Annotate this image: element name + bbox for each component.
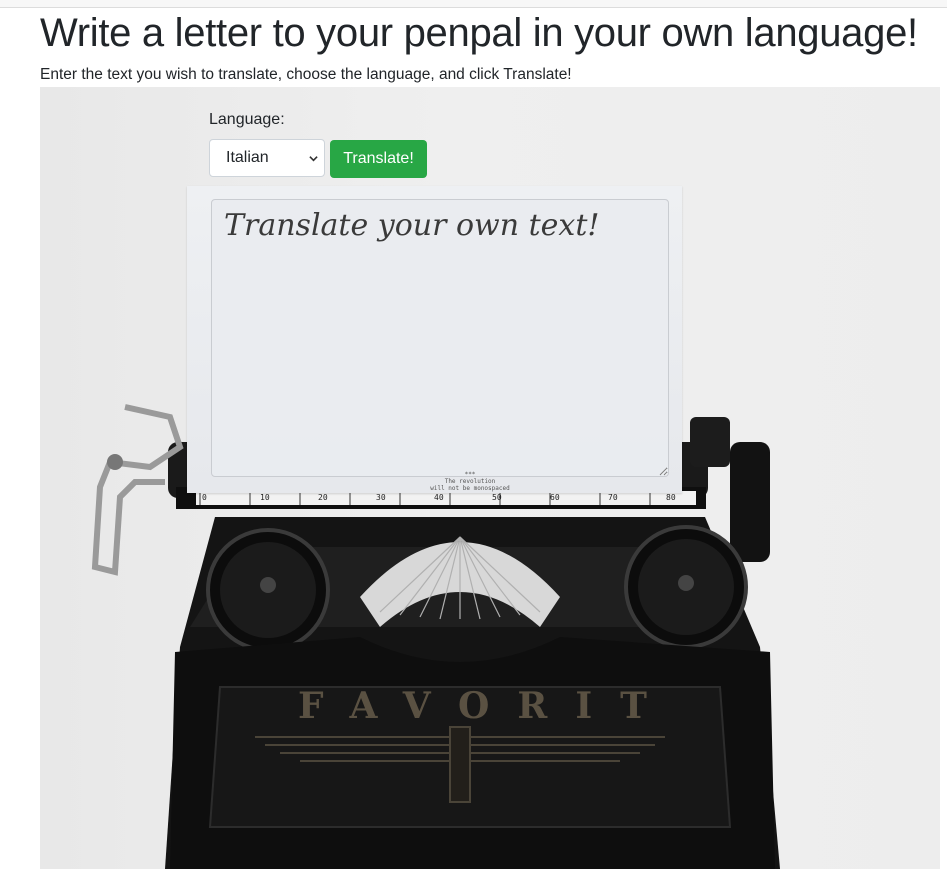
scale-number: 80 — [666, 493, 676, 502]
scale-number: 70 — [608, 493, 618, 502]
language-select[interactable]: Italian — [209, 139, 325, 177]
browser-top-edge — [0, 0, 947, 8]
scale-number: 0 — [202, 493, 207, 502]
chevron-down-icon — [309, 156, 318, 162]
scale-number: 10 — [260, 493, 270, 502]
scale-number: 40 — [434, 493, 444, 502]
instructions-text: Enter the text you wish to translate, ch… — [40, 66, 572, 83]
typewriter-hero: 0 10 20 30 40 50 60 70 80 Language: Italian Tran… — [40, 87, 940, 869]
resize-handle-icon[interactable] — [659, 467, 668, 476]
scale-number: 50 — [492, 493, 502, 502]
text-input[interactable] — [211, 199, 669, 477]
paper-printed-text: *** The revolution will not be monospace… — [430, 471, 510, 492]
typewriter-brand: FAVORIT — [298, 685, 675, 727]
language-label: Language: — [209, 111, 285, 128]
translate-button[interactable]: Translate! — [330, 140, 427, 178]
scale-number: 60 — [550, 493, 560, 502]
page-title: Write a letter to your penpal in your ow… — [40, 11, 918, 55]
language-select-value: Italian — [226, 149, 269, 166]
scale-number: 30 — [376, 493, 386, 502]
scale-number: 20 — [318, 493, 328, 502]
